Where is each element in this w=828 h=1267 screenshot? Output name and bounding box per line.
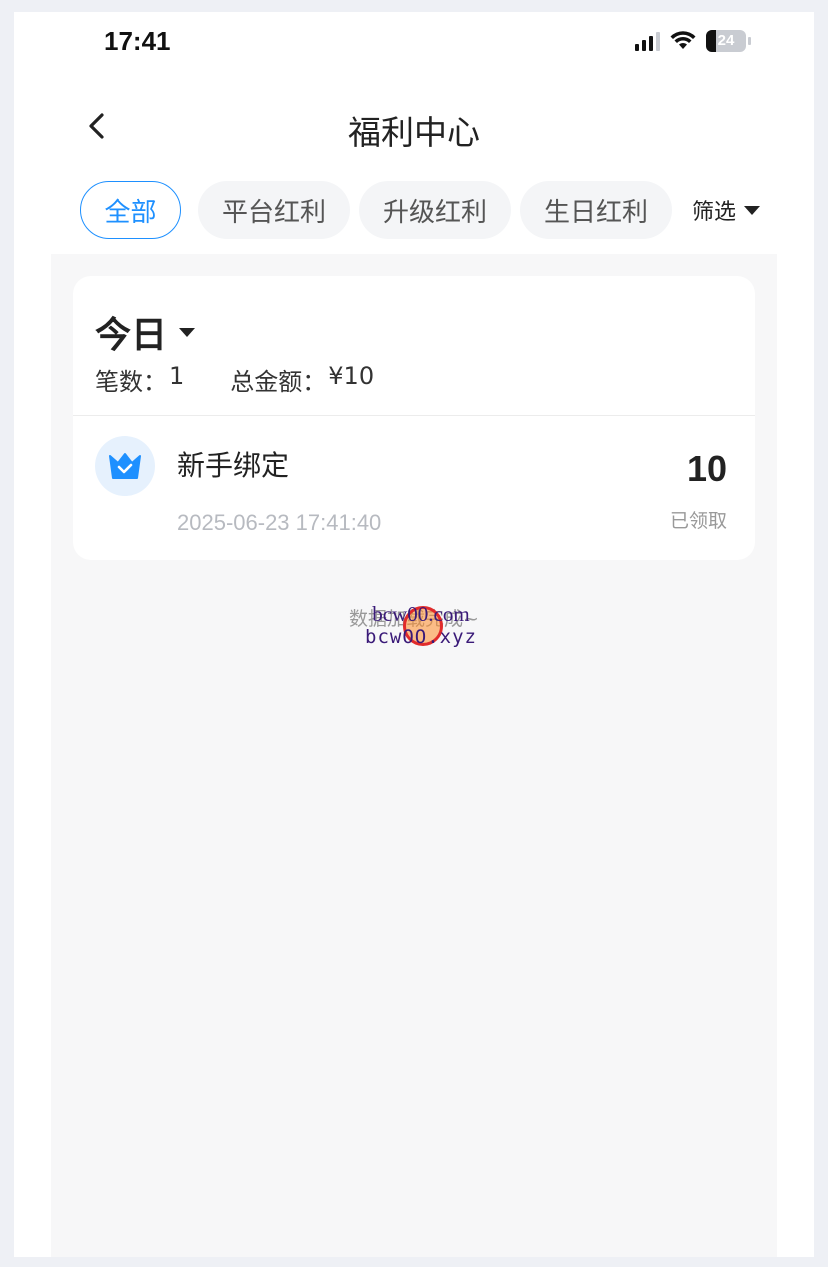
summary-card: 今日 笔数： 1 总金额： ¥10 新手绑定 2025-06-23 17:41:… — [73, 276, 755, 560]
tab-upgrade-bonus[interactable]: 升级红利 — [359, 181, 511, 239]
period-selector[interactable]: 今日 — [95, 306, 196, 358]
record-title: 新手绑定 — [177, 449, 290, 482]
summary-stats: 笔数： 1 总金额： ¥10 — [95, 362, 374, 397]
record-status: 已领取 — [669, 510, 727, 532]
record-time: 2025-06-23 17:41:40 — [177, 510, 382, 535]
status-bar: 17:41 24 — [14, 12, 814, 70]
tab-all[interactable]: 全部 — [80, 181, 181, 239]
count-value: 1 — [169, 362, 185, 390]
cellular-signal-icon — [635, 31, 660, 51]
battery-level: 24 — [717, 32, 735, 49]
period-label: 今日 — [95, 315, 168, 356]
phone-screen: 17:41 24 福利中心 全部 平台红利 升级红利 生日红利 筛选 今日 笔数… — [14, 12, 814, 1257]
page-title: 福利中心 — [348, 113, 480, 152]
filter-button[interactable]: 筛选 — [673, 181, 760, 239]
status-icons: 24 — [635, 30, 751, 52]
load-complete-text: 数据加载完成~ — [349, 608, 479, 630]
caret-down-icon — [179, 327, 196, 337]
crown-icon — [95, 436, 155, 496]
nav-bar: 福利中心 — [14, 94, 814, 154]
caret-down-icon — [744, 205, 760, 215]
status-time: 17:41 — [104, 26, 171, 56]
total-label: 总金额： — [230, 368, 327, 396]
total-value: ¥10 — [328, 362, 375, 390]
category-tabs: 全部 平台红利 升级红利 生日红利 筛选 — [80, 181, 760, 239]
record-amount: 10 — [686, 448, 727, 489]
list-item[interactable]: 新手绑定 2025-06-23 17:41:40 10 已领取 — [73, 416, 755, 560]
filter-label: 筛选 — [691, 200, 736, 225]
content-area: 今日 笔数： 1 总金额： ¥10 新手绑定 2025-06-23 17:41:… — [51, 254, 777, 1257]
count-label: 笔数： — [95, 368, 167, 396]
tab-birthday-bonus[interactable]: 生日红利 — [520, 181, 672, 239]
wifi-icon — [670, 31, 696, 49]
battery-icon: 24 — [706, 30, 751, 52]
tab-platform-bonus[interactable]: 平台红利 — [198, 181, 350, 239]
